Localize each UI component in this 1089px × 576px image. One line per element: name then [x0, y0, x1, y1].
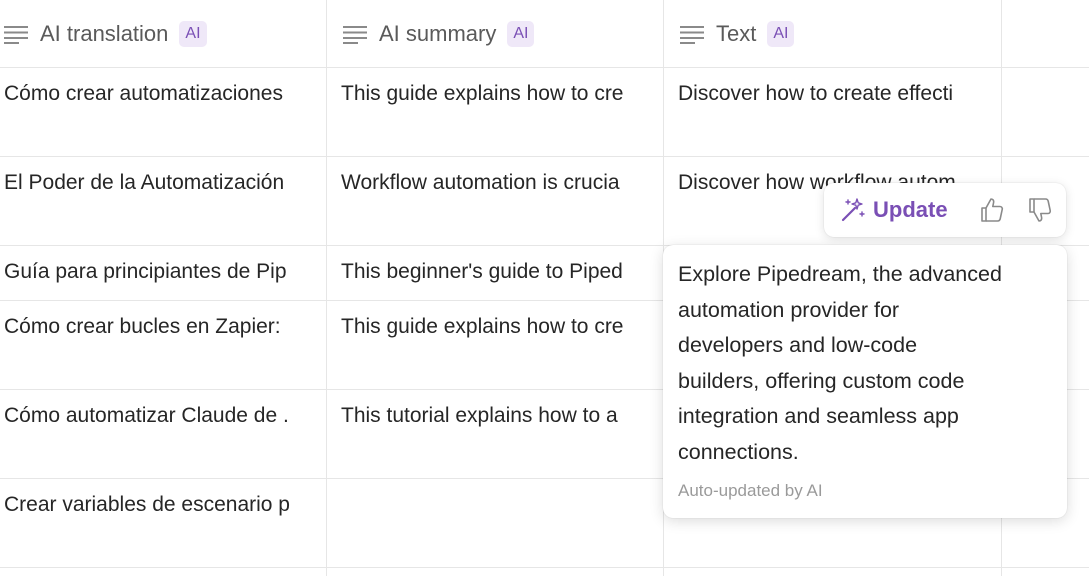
thumbs-up-icon[interactable] — [979, 196, 1005, 224]
column-label: AI translation — [40, 21, 169, 46]
ai-badge: AI — [767, 21, 795, 47]
table-cell-summary[interactable]: Workflow automation is crucia — [341, 163, 663, 203]
row-divider — [0, 567, 1089, 568]
table-cell-summary[interactable]: This tutorial explains how to a — [341, 396, 663, 436]
table-cell-summary[interactable]: This guide explains how to cre — [341, 307, 663, 347]
column-header-text[interactable]: Text AI — [676, 0, 795, 68]
text-lines-icon — [343, 26, 367, 44]
table-cell-translation[interactable]: Cómo crear bucles en Zapier: — [4, 307, 326, 347]
update-button-label: Update — [873, 197, 948, 222]
ai-badge: AI — [507, 21, 535, 47]
table-cell-translation[interactable]: Guía para principiantes de Pip — [4, 252, 326, 292]
ai-badge: AI — [179, 21, 207, 47]
table-cell-translation[interactable]: Crear variables de escenario p — [4, 485, 326, 525]
table-cell-translation[interactable]: Cómo crear automatizaciones — [4, 74, 326, 114]
column-divider — [326, 0, 327, 576]
update-button[interactable]: Update — [840, 197, 948, 223]
table-cell-translation[interactable]: El Poder de la Automatización — [4, 163, 326, 203]
column-label: AI summary — [379, 21, 497, 46]
thumbs-down-icon[interactable] — [1027, 196, 1053, 224]
popover-text: Explore Pipedream, the advanced automati… — [678, 262, 1002, 464]
table-cell-summary[interactable] — [341, 485, 663, 525]
cell-preview-popover: Explore Pipedream, the advanced automati… — [663, 245, 1067, 518]
text-lines-icon — [680, 26, 704, 44]
magic-wand-icon — [841, 198, 865, 222]
auto-updated-note: Auto-updated by AI — [678, 481, 823, 500]
table-cell-translation[interactable]: Cómo automatizar Claude de . — [4, 396, 326, 436]
row-divider — [0, 156, 1089, 157]
column-header-ai-summary[interactable]: AI summary AI — [339, 0, 535, 68]
column-header-ai-translation[interactable]: AI translation AI — [0, 0, 207, 68]
text-lines-icon — [4, 26, 28, 44]
table-cell-summary[interactable]: This beginner's guide to Piped — [341, 252, 663, 292]
table-cell-summary[interactable]: This guide explains how to cre — [341, 74, 663, 114]
table-cell-text[interactable]: Discover how to create effecti — [678, 74, 1000, 114]
ai-action-bar: Update — [824, 183, 1066, 237]
column-label: Text — [716, 21, 757, 46]
